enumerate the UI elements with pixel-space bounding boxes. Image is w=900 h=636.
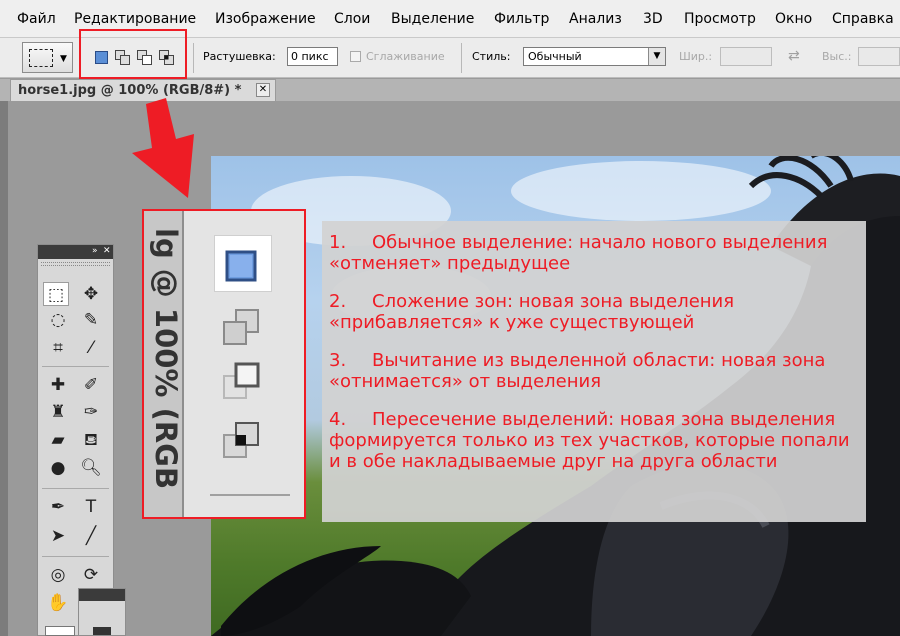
explanation-note: 1. Обычное выделение: начало нового выдел…	[322, 221, 866, 522]
note-text: Сложение зон: новая зона выделения «приб…	[329, 291, 735, 333]
note-num: 3.	[329, 350, 347, 371]
note-text: Вычитание из выделенной области: новая з…	[329, 350, 826, 392]
note-num: 4.	[329, 409, 347, 430]
note-item-4: 4. Пересечение выделений: новая зона выде…	[329, 409, 863, 472]
note-num: 2.	[329, 291, 347, 312]
note-text: Пересечение выделений: новая зона выделе…	[329, 409, 850, 472]
note-num: 1.	[329, 232, 347, 253]
note-text: Обычное выделение: начало нового выделен…	[329, 232, 828, 274]
note-item-1: 1. Обычное выделение: начало нового выдел…	[329, 232, 863, 274]
note-item-3: 3. Вычитание из выделенной области: новая…	[329, 350, 863, 392]
note-item-2: 2. Сложение зон: новая зона выделения «пр…	[329, 291, 863, 333]
